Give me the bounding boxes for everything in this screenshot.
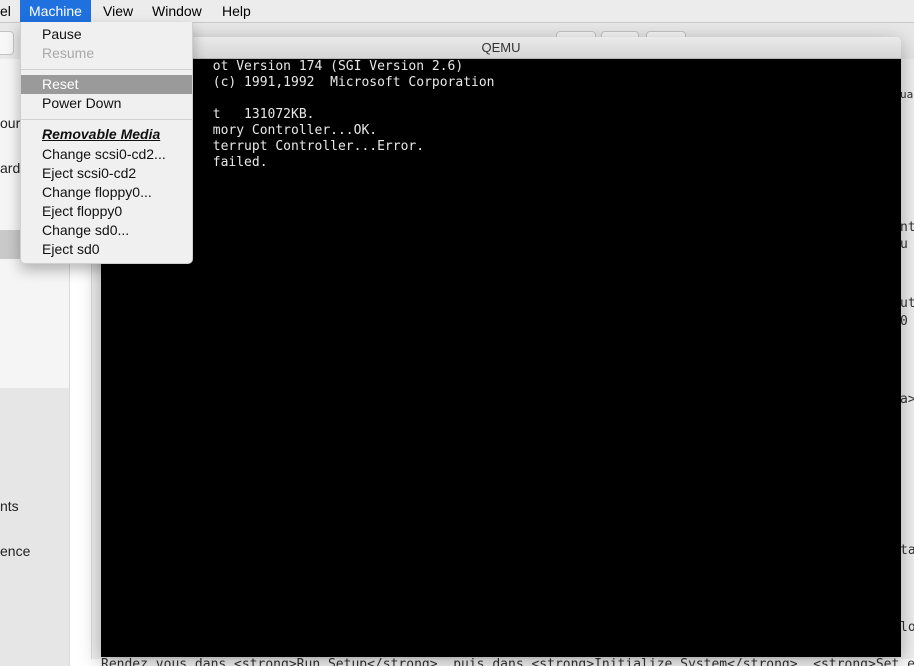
background-text-fragment: nt (900, 220, 914, 235)
background-sidebar-text[interactable]: our (0, 115, 20, 131)
menu-separator (21, 119, 192, 120)
background-text-fragment: ut (900, 296, 914, 311)
menu-separator (21, 69, 192, 70)
background-sidebar-text[interactable]: ence (0, 543, 30, 559)
menu-item-change-scsi0-cd2[interactable]: Change scsi0-cd2... (21, 145, 192, 164)
menu-item-change-sd0[interactable]: Change sd0... (21, 221, 192, 240)
background-toolbar-button[interactable] (0, 31, 14, 55)
background-sidebar-lower-pane (0, 388, 69, 666)
emulator-screen[interactable]: ot Version 174 (SGI Version 2.6) (c) 199… (101, 59, 901, 657)
menu-item-change-floppy0[interactable]: Change floppy0... (21, 183, 192, 202)
window-title[interactable]: QEMU (101, 37, 901, 59)
menu-bar: el Machine View Window Help (0, 0, 914, 23)
background-text-fragment: 0 (900, 314, 908, 329)
background-text-fragment: lo (900, 620, 914, 635)
menu-item-eject-scsi0-cd2[interactable]: Eject scsi0-cd2 (21, 164, 192, 183)
menu-item-eject-floppy0[interactable]: Eject floppy0 (21, 202, 192, 221)
menu-item-eject-sd0[interactable]: Eject sd0 (21, 240, 192, 259)
background-text-fragment: ua (900, 88, 914, 101)
qemu-window: QEMU ot Version 174 (SGI Version 2.6) (c… (101, 37, 901, 657)
menu-model[interactable]: el (0, 0, 20, 22)
menu-help[interactable]: Help (213, 0, 260, 22)
background-text-fragment: a> (900, 392, 914, 407)
menu-item-power-down[interactable]: Power Down (21, 94, 192, 113)
background-sidebar-text[interactable]: nts (0, 498, 19, 514)
menu-window[interactable]: Window (143, 0, 211, 22)
menu-view[interactable]: View (94, 0, 142, 22)
menu-item-resume: Resume (42, 45, 95, 61)
removable-media-header: Removable Media (42, 126, 161, 142)
machine-menu-dropdown: Pause Resume Reset Power Down Removable … (20, 22, 193, 264)
menu-item-pause[interactable]: Pause (21, 25, 192, 44)
menu-item-reset[interactable]: Reset (21, 75, 192, 94)
background-text-fragment: ta (900, 543, 914, 558)
menu-machine[interactable]: Machine (20, 0, 91, 22)
background-sidebar-text[interactable]: ard (0, 160, 20, 176)
background-text-fragment: u (900, 237, 908, 252)
